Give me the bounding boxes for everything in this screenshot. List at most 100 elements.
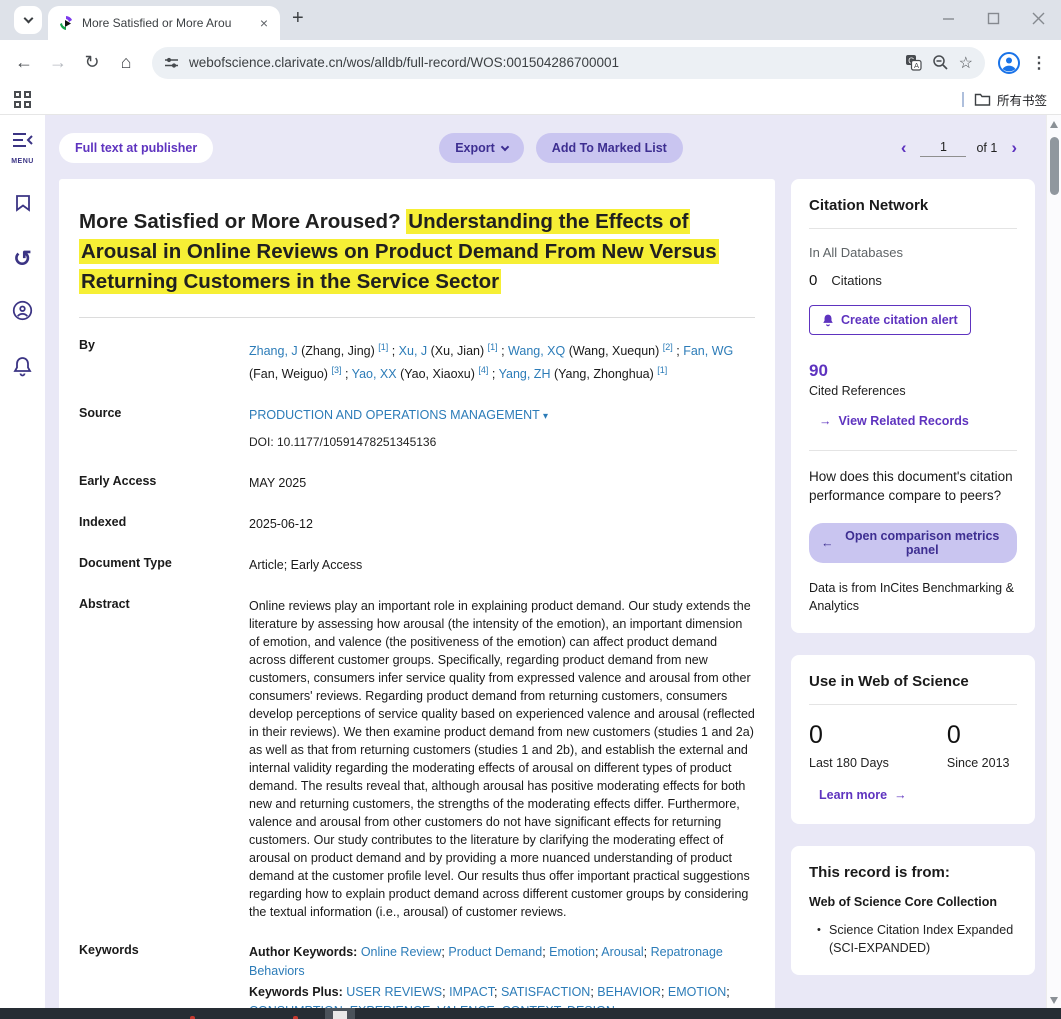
list-item: Science Citation Index Expanded (SCI-EXP… [817, 921, 1017, 957]
scroll-up-icon[interactable] [1050, 121, 1058, 128]
wos-sidebar: MENU ↺ [0, 115, 45, 1008]
document-type-value: Article; Early Access [249, 556, 755, 575]
address-bar[interactable]: webofscience.clarivate.cn/wos/alldb/full… [152, 47, 985, 79]
usage-last180-label: Last 180 Days [809, 756, 889, 770]
abstract-label: Abstract [79, 597, 249, 921]
author-keywords-label: Author Keywords: [249, 945, 357, 959]
new-tab-button[interactable]: + [292, 7, 304, 30]
zoom-icon[interactable] [932, 54, 949, 71]
citation-scope-label: In All Databases [809, 245, 1017, 260]
author-link[interactable]: Fan, WG [683, 344, 733, 358]
browser-tab[interactable]: More Satisfied or More Arou × [48, 6, 280, 40]
bookmarks-bar: 所有书签 [0, 85, 1061, 115]
url-text[interactable]: webofscience.clarivate.cn/wos/alldb/full… [189, 55, 895, 70]
apps-grid-icon[interactable] [14, 91, 31, 108]
menu-icon[interactable] [12, 131, 34, 154]
taskbar-active-app[interactable] [325, 1008, 355, 1019]
browser-toolbar: ← → ↻ ⌂ webofscience.clarivate.cn/wos/al… [0, 40, 1061, 85]
author-link[interactable]: Wang, XQ [508, 344, 565, 358]
tab-search-button[interactable] [14, 6, 42, 34]
source-journal-link[interactable]: PRODUCTION AND OPERATIONS MANAGEMENT [249, 408, 540, 422]
reload-icon[interactable]: ↻ [78, 52, 106, 73]
page-of-label: of 1 [976, 141, 997, 155]
keyword-link[interactable]: Emotion [549, 945, 595, 959]
history-icon[interactable]: ↺ [13, 248, 31, 270]
author-link[interactable]: Xu, J [399, 344, 428, 358]
scroll-down-icon[interactable] [1050, 997, 1058, 1004]
comparison-question-text: How does this document's citation perfor… [809, 467, 1017, 505]
add-to-marked-list-button[interactable]: Add To Marked List [536, 133, 683, 163]
create-citation-alert-button[interactable]: Create citation alert [809, 305, 971, 335]
close-window-button[interactable] [1032, 12, 1045, 25]
keyword-link[interactable]: IMPACT [449, 985, 494, 999]
usage-metric: 0 Since 2013 [947, 721, 1010, 770]
keyword-link[interactable]: Product Demand [448, 945, 542, 959]
record-from-card: This record is from: Web of Science Core… [791, 846, 1035, 975]
next-page-icon[interactable]: › [1007, 138, 1021, 158]
core-collection-label: Web of Science Core Collection [809, 895, 1017, 909]
affiliation-ref[interactable]: [2] [663, 342, 673, 352]
open-comparison-metrics-button[interactable]: ← Open comparison metrics panel [809, 523, 1017, 563]
citation-network-card: Citation Network In All Databases 0 Cita… [791, 179, 1035, 633]
chevron-down-icon [23, 14, 33, 24]
folder-icon[interactable] [974, 92, 991, 107]
affiliation-ref[interactable]: [4] [478, 365, 488, 375]
pagination: ‹ of 1 › [897, 138, 1021, 158]
full-text-button[interactable]: Full text at publisher [59, 133, 213, 163]
bookmark-star-icon[interactable]: ☆ [959, 53, 973, 73]
scrollbar-thumb[interactable] [1050, 137, 1059, 195]
marked-list-icon[interactable] [13, 193, 33, 218]
learn-more-link[interactable]: Learn more [819, 788, 887, 802]
cited-references-count[interactable]: 90 [809, 361, 1017, 381]
affiliation-ref[interactable]: [1] [657, 365, 667, 375]
translate-icon[interactable]: GA [905, 54, 922, 71]
author-link[interactable]: Yao, XX [352, 367, 397, 381]
site-settings-icon[interactable] [164, 55, 179, 70]
profile-sidebar-icon[interactable] [12, 300, 33, 326]
back-icon[interactable]: ← [10, 52, 38, 73]
author-link[interactable]: Zhang, J [249, 344, 298, 358]
home-icon[interactable]: ⌂ [112, 52, 140, 73]
usage-since2013-label: Since 2013 [947, 756, 1010, 770]
notifications-bell-icon[interactable] [13, 356, 32, 382]
bell-icon [822, 313, 834, 327]
affiliation-ref[interactable]: [3] [331, 365, 341, 375]
keyword-link[interactable]: Online Review [361, 945, 442, 959]
page-title: More Satisfied or More Aroused? Understa… [79, 207, 755, 297]
page-scrollbar[interactable] [1046, 115, 1061, 1008]
minimize-button[interactable] [942, 12, 955, 25]
record-from-title: This record is from: [809, 864, 1017, 881]
citations-label: Citations [831, 273, 882, 288]
keyword-link[interactable]: SATISFACTION [501, 985, 590, 999]
by-label: By [79, 338, 249, 384]
export-button[interactable]: Export [439, 133, 524, 163]
early-access-label: Early Access [79, 474, 249, 493]
profile-icon[interactable] [997, 51, 1021, 75]
divider [809, 450, 1017, 451]
keywords-plus-label: Keywords Plus: [249, 985, 343, 999]
view-related-records-link[interactable]: View Related Records [839, 414, 969, 428]
keyword-link[interactable]: Arousal [601, 945, 643, 959]
keyword-link[interactable]: USER REVIEWS [346, 985, 442, 999]
author-link[interactable]: Yang, ZH [499, 367, 551, 381]
all-bookmarks-label[interactable]: 所有书签 [997, 90, 1047, 109]
windows-taskbar[interactable] [0, 1008, 1061, 1019]
maximize-button[interactable] [987, 12, 1000, 25]
affiliation-ref[interactable]: [1] [378, 342, 388, 352]
forward-icon[interactable]: → [44, 52, 72, 73]
cited-references-label: Cited References [809, 384, 1017, 398]
right-rail: Citation Network In All Databases 0 Cita… [791, 179, 1035, 975]
usage-title: Use in Web of Science [809, 673, 1017, 690]
keyword-link[interactable]: BEHAVIOR [597, 985, 661, 999]
chevron-down-icon[interactable]: ▾ [543, 411, 548, 422]
tab-title: More Satisfied or More Arou [82, 16, 250, 30]
menu-label: MENU [11, 158, 34, 165]
browser-menu-icon[interactable]: ⋮ [1027, 53, 1051, 73]
prev-page-icon[interactable]: ‹ [897, 138, 911, 158]
affiliation-ref[interactable]: [1] [488, 342, 498, 352]
page-number-input[interactable] [920, 140, 966, 157]
tab-close-icon[interactable]: × [258, 16, 270, 30]
keyword-link[interactable]: EMOTION [668, 985, 726, 999]
indexed-value: 2025-06-12 [249, 515, 755, 534]
source-label: Source [79, 406, 249, 452]
